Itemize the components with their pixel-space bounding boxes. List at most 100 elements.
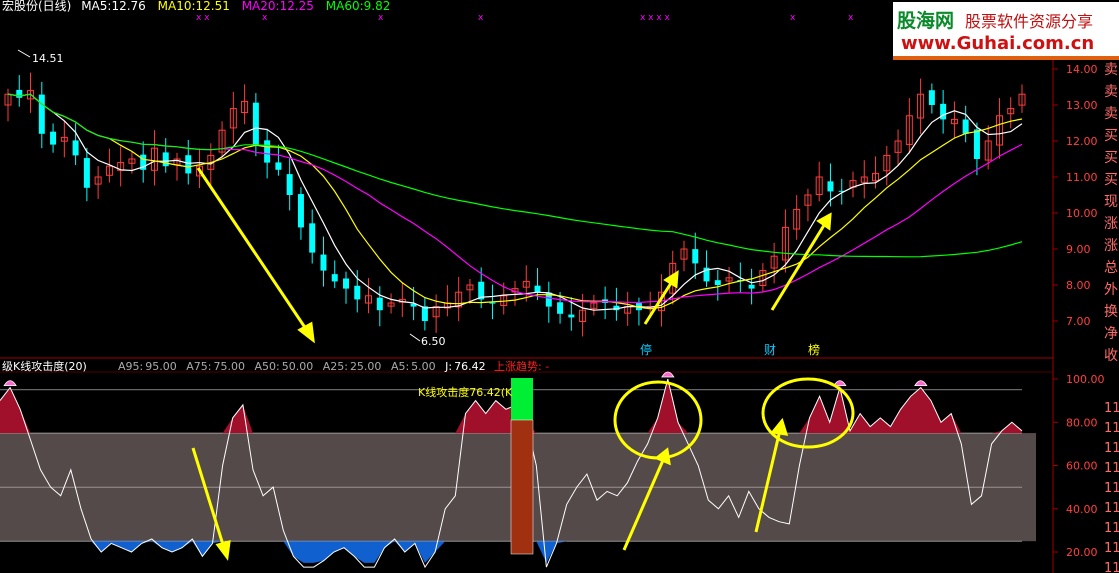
ma60-value: 9.82 [364,0,391,13]
site-logo: 股海网 股票软件资源分享 www.Guhai.com.cn [893,2,1119,60]
stock-chart: 宏股份(日线) MA5:12.76 MA10:12.51 MA20:12.25 … [0,0,1119,573]
logo-name: 股海网 [897,10,955,32]
ma10-line [7,93,1023,310]
candle-body [50,131,57,145]
side-indicator-char: 11 [1104,541,1119,556]
event-label-board: 榜 [808,342,820,357]
side-indicator-char: 11 [1104,421,1119,436]
peak-marker [661,371,675,378]
candle-body [72,140,79,156]
ma10-value: 12.51 [196,0,230,13]
candle-body [331,274,338,282]
candle-body [275,162,282,170]
high-price-label: 14.51 [32,52,64,65]
param-a5-value: 5.00 [411,360,436,373]
candle-body [320,254,327,271]
candle-body [286,174,293,195]
param-a50-value: 50.00 [282,360,314,373]
readout-bar-top [511,378,533,420]
side-indicator-char: 收 [1104,348,1118,364]
param-j-label: J: [444,360,452,373]
marker-row-item: x [378,13,384,23]
ma20-line [7,93,1023,304]
indicator-tick-label: 100.00 [1066,373,1105,386]
marker-row-item: x [262,13,268,23]
param-a75-label: A75: [186,360,211,373]
side-indicator-char: 11 [1104,521,1119,536]
side-indicator-char: 卖 [1104,84,1118,100]
side-indicator-char: 11 [1104,461,1119,476]
uptrend-arrow [770,221,828,311]
indicator-tick-label: 60.00 [1066,460,1098,473]
side-indicator-char: 买 [1104,172,1118,188]
candle-body [252,102,259,145]
candle-body [309,223,316,253]
indicator-tick-label: 80.00 [1066,416,1098,429]
indicator-title: 级K线攻击度(20) [2,359,87,373]
svg-text:A95:95.00 A75:75.00 A5: A95: 95.00 A75: 75.00 A50: 50.00 A25: 25.00 … [118,360,486,373]
svg-text:宏股份(日线) MA5:12.76 MA10: 宏股份(日线) MA5:12.76 MA10:12.51 MA20:12.25 … [2,0,390,13]
param-a5-label: A5: [391,360,409,373]
candle-body [343,278,349,289]
downtrend-arrow-head [297,321,315,344]
candle-body [38,94,45,134]
candle-body [354,285,361,300]
ma60-label: MA60: [326,0,364,13]
candle-body [748,284,755,289]
marker-row-item: x x [196,13,210,23]
param-j-value: 76.42 [454,360,486,373]
logo-slogan: 股票软件资源分享 [965,12,1094,31]
trend-status: 上涨趋势: - [494,360,549,373]
side-indicator-char: 外 [1104,282,1118,298]
price-tick-label: 14.00 [1066,63,1098,76]
side-indicator-char: 11 [1104,441,1119,456]
side-indicator-char: 现 [1104,194,1118,210]
low-price-label: 6.50 [421,335,446,348]
price-tick-label: 8.00 [1066,279,1091,292]
price-tick-label: 10.00 [1066,207,1098,220]
marker-row-item: x [790,13,796,23]
candle-body [297,194,304,228]
candle-body [83,158,90,188]
marker-row-item: x [848,13,854,23]
event-label-finance: 财 [764,343,776,357]
candle-body [489,302,496,304]
side-indicator-char: 涨 [1104,238,1118,254]
price-tick-label: 12.00 [1066,135,1098,148]
candle-body [928,90,935,105]
indicator-tick-label: 40.00 [1066,503,1098,516]
candle-body [962,119,969,134]
param-a95-value: 95.00 [145,360,177,373]
indicator-up-arrow-head [770,417,789,436]
chart-title: 宏股份(日线) [2,0,71,13]
candle-body [557,302,564,314]
param-a75-value: 75.00 [213,360,245,373]
marker-row-item: x [478,13,484,23]
candle-body [827,181,834,192]
high-label-pointer [17,49,31,58]
side-indicator-char: 11 [1104,501,1119,516]
candle-body [376,297,383,311]
side-indicator-char: 11 [1104,401,1119,416]
candle-body [185,155,192,174]
ma20-value: 12.25 [280,0,314,13]
side-indicator-char: 涨 [1104,216,1118,232]
price-tick-label: 11.00 [1066,171,1098,184]
uptrend-arrow-head [816,212,832,231]
param-a25-label: A25: [323,360,348,373]
readout-label: K线攻击度76.42(K [418,385,513,399]
peak-marker [3,380,17,387]
readout-bar-bottom [510,419,534,555]
event-label-stop: 停 [640,342,652,357]
ma5-value: 12.76 [111,0,145,13]
candle-body [973,129,980,159]
price-tick-label: 13.00 [1066,99,1098,112]
ma20-label: MA20: [242,0,280,13]
peak-marker [914,380,928,387]
candle-body [568,314,575,318]
side-indicator-char: 换 [1104,303,1118,320]
candle-body [692,249,699,264]
ma10-label: MA10: [158,0,196,13]
ma5-label: MA5: [81,0,111,13]
candle-body [534,285,541,293]
